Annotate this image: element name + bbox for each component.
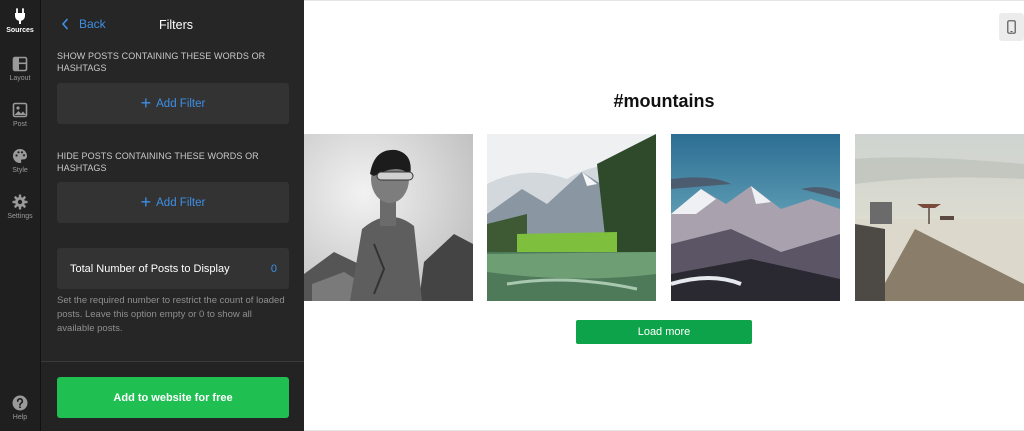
sidebar-item-settings[interactable]: Settings	[0, 192, 40, 234]
sidebar-item-label: Post	[12, 121, 27, 128]
sidebar-item-label: Layout	[9, 75, 31, 82]
help-icon	[12, 395, 28, 411]
sunset-mountains-photo	[671, 134, 840, 301]
total-posts-input[interactable]	[237, 262, 277, 275]
add-filter-label: Add Filter	[156, 196, 206, 209]
show-add-filter-button[interactable]: + Add Filter	[57, 83, 289, 124]
icon-sidebar: Sources Layout Post Style Settings Help	[0, 0, 40, 431]
total-posts-field: Total Number of Posts to Display	[57, 248, 289, 289]
feed-photo[interactable]	[671, 134, 840, 301]
show-posts-label: SHOW POSTS CONTAINING THESE WORDS OR HAS…	[57, 51, 266, 73]
feed-title: #mountains	[613, 91, 715, 111]
add-to-website-button[interactable]: Add to website for free	[57, 377, 289, 418]
sidebar-item-style[interactable]: Style	[0, 146, 40, 188]
valley-lake-photo	[487, 134, 656, 301]
panel-footer: Add to website for free	[41, 361, 305, 431]
add-filter-label: Add Filter	[156, 97, 206, 110]
mobile-icon	[1007, 20, 1016, 34]
sidebar-item-label: Style	[12, 167, 28, 174]
plus-icon: +	[140, 92, 152, 113]
layout-icon	[12, 56, 28, 72]
sidebar-item-layout[interactable]: Layout	[0, 54, 40, 96]
portrait-photo	[304, 134, 473, 301]
sidebar-item-label: Settings	[7, 213, 33, 220]
sidebar-item-label: Sources	[6, 27, 34, 34]
help-button[interactable]: Help	[0, 393, 40, 431]
mobile-preview-button[interactable]	[999, 13, 1024, 41]
pier-photo	[855, 134, 1024, 301]
sidebar-item-sources[interactable]: Sources	[0, 6, 40, 48]
widget-preview: #mountains Load more	[304, 0, 1024, 431]
feed-photo[interactable]	[487, 134, 656, 301]
panel-title: Filters	[158, 18, 194, 32]
feed-photo[interactable]	[855, 134, 1024, 301]
palette-icon	[13, 149, 28, 163]
total-posts-label: Total Number of Posts to Display	[70, 262, 230, 275]
help-label: Help	[12, 414, 28, 421]
gear-icon	[12, 194, 28, 210]
panel-header: Back Filters	[41, 0, 305, 48]
hide-posts-label: HIDE POSTS CONTAINING THESE WORDS OR HAS…	[57, 151, 259, 173]
hide-add-filter-button[interactable]: + Add Filter	[57, 182, 289, 223]
image-icon	[12, 102, 28, 118]
load-more-button[interactable]: Load more	[576, 320, 752, 344]
feed-photo[interactable]	[304, 134, 473, 301]
sidebar-item-post[interactable]: Post	[0, 100, 40, 142]
plus-icon: +	[140, 191, 152, 212]
filters-panel: Back Filters SHOW POSTS CONTAINING THESE…	[40, 0, 305, 431]
plug-icon	[15, 8, 25, 24]
total-posts-hint: Set the required number to restrict the …	[57, 295, 285, 334]
